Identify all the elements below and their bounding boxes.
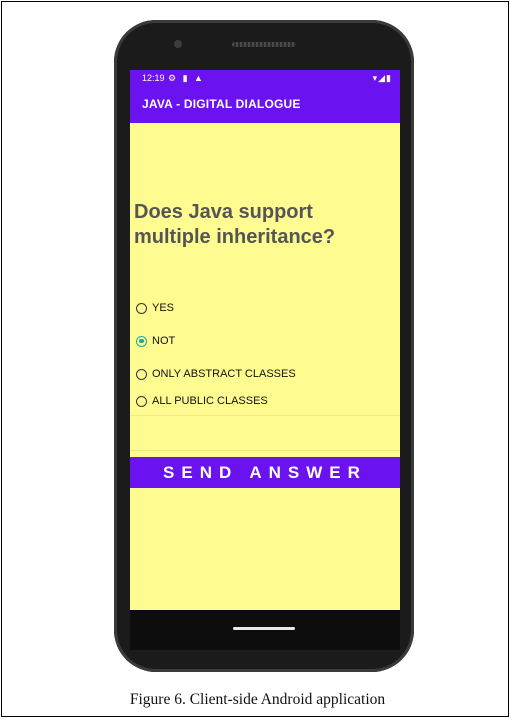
option-label: YES [152, 302, 175, 314]
earpiece-speaker [232, 42, 296, 47]
answer-radio-group: YES NOT ONLY ABSTRACT CLASSES ALL PUBLIC… [136, 298, 396, 424]
question-text: Does Java support multiple inheritance? [134, 201, 336, 248]
phone-screen: 12:19 ⚙ ▮ ▲ ▾◢▮ JAVA - DIGITAL DIALOGUE … [130, 70, 400, 610]
navigation-bar [130, 610, 400, 650]
divider [130, 450, 400, 451]
notification-icons: ⚙ ▮ ▲ [168, 73, 205, 83]
option-all-public-classes[interactable]: ALL PUBLIC CLASSES [136, 391, 396, 411]
divider [130, 415, 400, 416]
status-bar: 12:19 ⚙ ▮ ▲ ▾◢▮ [130, 70, 400, 86]
phone-device: 12:19 ⚙ ▮ ▲ ▾◢▮ JAVA - DIGITAL DIALOGUE … [114, 20, 414, 672]
signal-battery-icons: ▾◢▮ [372, 73, 392, 83]
option-label: ALL PUBLIC CLASSES [152, 395, 268, 407]
radio-unchecked-icon[interactable] [136, 368, 147, 380]
app-bar: JAVA - DIGITAL DIALOGUE [130, 86, 400, 123]
front-camera-icon [174, 40, 182, 48]
figure-frame: 12:19 ⚙ ▮ ▲ ▾◢▮ JAVA - DIGITAL DIALOGUE … [1, 1, 509, 717]
option-only-abstract-classes[interactable]: ONLY ABSTRACT CLASSES [136, 364, 396, 384]
option-label: NOT [152, 335, 176, 347]
status-time: 12:19 [142, 73, 165, 83]
option-label: ONLY ABSTRACT CLASSES [152, 368, 296, 380]
app-title: JAVA - DIGITAL DIALOGUE [142, 97, 301, 111]
radio-unchecked-icon[interactable] [136, 395, 147, 407]
radio-unchecked-icon[interactable] [136, 302, 147, 314]
option-not[interactable]: NOT [136, 331, 396, 351]
option-yes[interactable]: YES [136, 298, 396, 318]
home-gesture-handle[interactable] [233, 627, 295, 630]
send-answer-button[interactable]: SEND ANSWER [130, 457, 400, 488]
figure-caption: Figure 6. Client-side Android applicatio… [129, 691, 386, 708]
radio-checked-icon[interactable] [136, 335, 147, 347]
